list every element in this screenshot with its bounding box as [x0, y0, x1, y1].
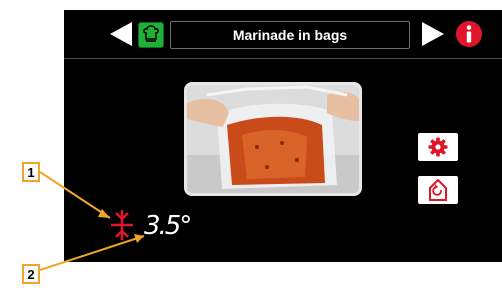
snowflake-temp-icon: [111, 210, 133, 240]
gear-icon: [428, 137, 448, 157]
temperature-value: 3.5°: [144, 211, 192, 241]
chef-hat-icon[interactable]: [138, 22, 164, 48]
recipe-photo: [184, 82, 362, 196]
oven-display: Marinade in bags 3.5°: [64, 10, 502, 262]
settings-button[interactable]: [418, 133, 458, 161]
recipe-title: Marinade in bags: [170, 21, 410, 49]
marinated-meat-bag-image: [187, 85, 359, 193]
chef-hat-glyph: [143, 25, 159, 42]
header-bar: Marinade in bags: [64, 10, 502, 59]
callout-label-1: 1: [22, 162, 40, 182]
home-button[interactable]: [418, 176, 458, 204]
home-cycle-icon: [429, 178, 447, 201]
triangle-right-icon[interactable]: [420, 20, 446, 48]
triangle-left-icon[interactable]: [108, 20, 134, 48]
callout-label-2: 2: [22, 264, 40, 284]
info-icon[interactable]: [454, 19, 484, 49]
